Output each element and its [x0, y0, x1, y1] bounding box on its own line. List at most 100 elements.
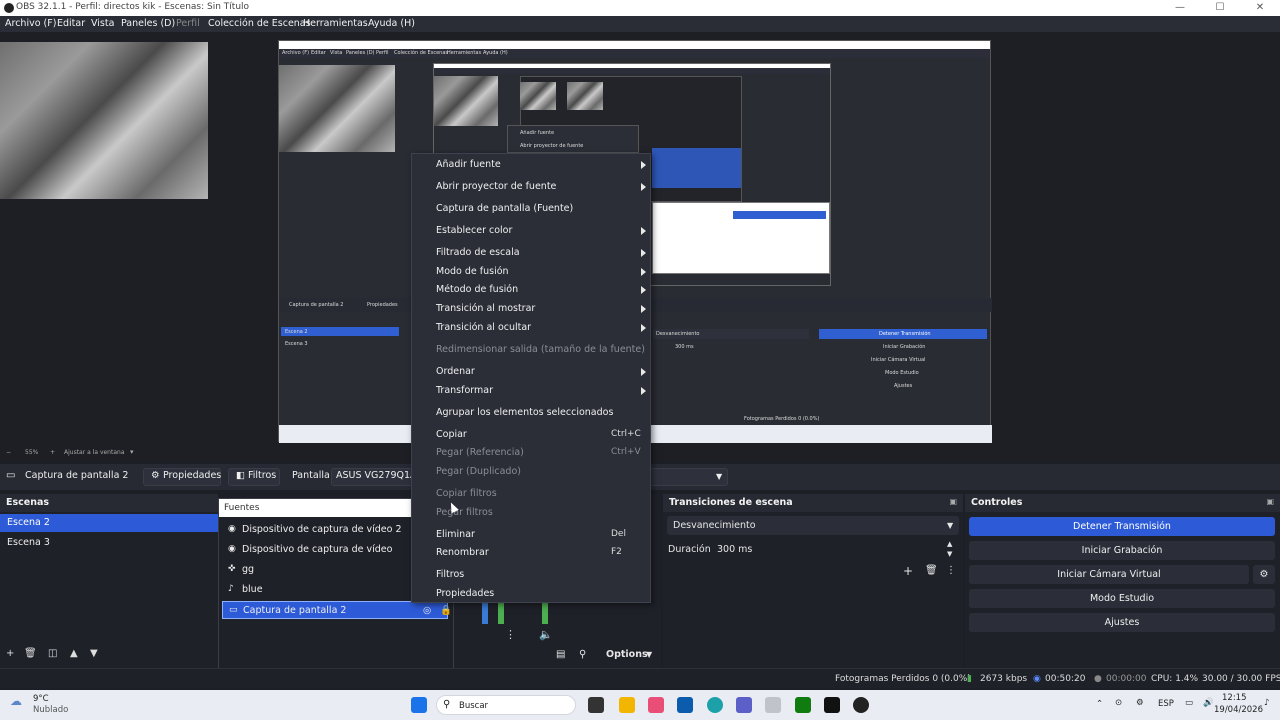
menu-item-hide-transition[interactable]: Transición al ocultar	[436, 322, 531, 333]
menu-item-show-transition[interactable]: Transición al mostrar	[436, 303, 535, 314]
weather-desc: Nublado	[33, 705, 69, 715]
dock-undock-icon[interactable]: ▣	[1266, 497, 1274, 506]
scene-filters-button[interactable]: ◫	[48, 648, 57, 659]
zoom-out-button[interactable]: −	[6, 449, 11, 456]
language-indicator[interactable]: ESP	[1158, 699, 1174, 709]
transition-properties-button[interactable]: ⋮	[946, 565, 956, 576]
options-button[interactable]: Options	[606, 649, 648, 660]
start-virtual-camera-button[interactable]: Iniciar Cámara Virtual	[969, 565, 1249, 584]
tray-settings-icon[interactable]: ⚙	[1136, 698, 1144, 708]
menu-editar[interactable]: Editar	[57, 18, 85, 29]
menu-item-filters[interactable]: Filtros	[436, 569, 464, 580]
menu-item-add-source[interactable]: Añadir fuente	[436, 159, 501, 170]
app-icon[interactable]	[765, 697, 781, 713]
menu-ayuda[interactable]: Ayuda (H)	[368, 18, 415, 29]
virtual-camera-settings-button[interactable]: ⚙	[1253, 565, 1275, 584]
mixer-layout-icon[interactable]: ▤	[556, 649, 565, 660]
menu-herramientas[interactable]: Herramientas	[303, 18, 368, 29]
remove-transition-button[interactable]: 🗑	[925, 565, 938, 576]
menu-vista[interactable]: Vista	[91, 18, 114, 29]
menu-item-transform[interactable]: Transformar	[436, 385, 493, 396]
windows-start-icon[interactable]	[411, 697, 427, 713]
mixer-settings-icon[interactable]: ⋮	[505, 628, 516, 641]
menu-archivo[interactable]: Archivo (F)	[5, 18, 56, 29]
menu-item-paste-reference[interactable]: Pegar (Referencia)	[436, 447, 524, 458]
spin-down-icon[interactable]: ▼	[947, 550, 952, 558]
menu-item-blend-method[interactable]: Método de fusión	[436, 284, 518, 295]
menu-item-group-selected[interactable]: Agrupar los elementos seleccionados	[436, 407, 613, 418]
monitor-icon: ▭	[229, 605, 238, 615]
fit-to-window-button[interactable]: Ajustar a la ventana	[64, 449, 125, 456]
zoom-in-button[interactable]: +	[50, 449, 55, 456]
menu-item-delete[interactable]: Eliminar	[436, 529, 475, 540]
eye-icon[interactable]: ◎	[423, 605, 431, 616]
volume-icon[interactable]: 🔊	[1203, 698, 1214, 708]
stop-stream-button[interactable]: Detener Transmisión	[969, 517, 1275, 536]
mixer-link-icon[interactable]: ⚲	[579, 649, 586, 660]
menu-item-source-header[interactable]: Captura de pantalla (Fuente)	[436, 203, 573, 214]
menu-item-paste-filters[interactable]: Pegar filtros	[436, 507, 493, 518]
scene-item[interactable]: Escena 3	[0, 534, 218, 552]
menu-item-order[interactable]: Ordenar	[436, 366, 475, 377]
menu-perfil[interactable]: Perfil	[176, 18, 200, 29]
menu-paneles[interactable]: Paneles (D)	[121, 18, 175, 29]
speaker-icon[interactable]: 🔈	[539, 628, 553, 641]
menu-item-paste-duplicate[interactable]: Pegar (Duplicado)	[436, 466, 521, 477]
settings-button[interactable]: Ajustes	[969, 613, 1275, 632]
scene-item[interactable]: Escena 2	[0, 514, 218, 532]
controls-title: Controles	[971, 497, 1023, 508]
submenu-arrow-icon	[641, 161, 646, 169]
edge-icon[interactable]	[707, 697, 723, 713]
start-recording-button[interactable]: Iniciar Grabación	[969, 541, 1275, 560]
menu-item-scale-filter[interactable]: Filtrado de escala	[436, 247, 520, 258]
obs-taskbar-icon[interactable]	[853, 697, 869, 713]
notification-bell-icon[interactable]: ♪	[1264, 698, 1269, 708]
menu-coleccion-escenas[interactable]: Colección de Escenas	[208, 18, 311, 29]
remove-scene-button[interactable]: 🗑	[24, 648, 37, 659]
spin-up-icon[interactable]: ▲	[947, 540, 952, 548]
xbox-icon[interactable]	[795, 697, 811, 713]
menu-item-rename[interactable]: Renombrar	[436, 547, 489, 558]
menu-item-copy[interactable]: Copiar	[436, 429, 467, 440]
menu-item-set-color[interactable]: Establecer color	[436, 225, 512, 236]
menu-item-open-projector[interactable]: Abrir proyector de fuente	[436, 181, 556, 192]
maximize-button[interactable]: ☐	[1200, 0, 1240, 16]
file-explorer-icon[interactable]	[619, 697, 635, 713]
camera-icon: ◉	[228, 524, 236, 534]
shortcut-delete: Del	[611, 529, 626, 539]
zoom-dropdown-icon[interactable]: ▾	[130, 448, 134, 456]
tray-app-icon[interactable]: ⊙	[1115, 698, 1122, 708]
clock-date[interactable]: 19/04/2026	[1214, 705, 1263, 715]
submenu-arrow-icon	[641, 305, 646, 313]
copilot-icon[interactable]	[648, 697, 664, 713]
mini-menu-item: Ayuda (H)	[483, 50, 508, 56]
tray-chevron-icon[interactable]: ⌃	[1096, 699, 1103, 709]
move-scene-up-button[interactable]: ▲	[70, 648, 78, 659]
weather-temp[interactable]: 9°C	[33, 694, 49, 704]
mini-context-menu: Añadir fuente Abrir proyector de fuente	[507, 125, 639, 153]
shortcut-paste: Ctrl+V	[611, 447, 641, 457]
menu-item-resize-output[interactable]: Redimensionar salida (tamaño de la fuent…	[436, 344, 645, 355]
add-scene-button[interactable]: +	[6, 648, 14, 659]
store-icon[interactable]	[677, 697, 693, 713]
taskview-icon[interactable]	[588, 697, 604, 713]
dock-undock-icon[interactable]: ▣	[949, 497, 957, 506]
taskbar-search[interactable]: ⚲ Buscar	[436, 695, 576, 715]
menu-item-properties[interactable]: Propiedades	[436, 588, 494, 599]
menu-item-blend-mode[interactable]: Modo de fusión	[436, 266, 509, 277]
clock-time[interactable]: 12:15	[1222, 693, 1247, 703]
network-icon[interactable]: ▭	[1185, 698, 1193, 708]
source-item-selected[interactable]: ▭ Captura de pantalla 2 ◎ 🔒	[222, 601, 452, 619]
teams-icon[interactable]	[736, 697, 752, 713]
move-scene-down-button[interactable]: ▼	[90, 648, 98, 659]
studio-mode-button[interactable]: Modo Estudio	[969, 589, 1275, 608]
close-button[interactable]: ✕	[1240, 0, 1280, 16]
chevron-down-icon: ▼	[716, 472, 723, 481]
minimize-button[interactable]: —	[1160, 0, 1200, 16]
lock-icon[interactable]: 🔒	[440, 605, 452, 616]
shortcut-copy: Ctrl+C	[611, 429, 641, 439]
submenu-arrow-icon	[641, 227, 646, 235]
tiktok-icon[interactable]	[824, 697, 840, 713]
add-transition-button[interactable]: +	[903, 564, 913, 578]
menu-item-copy-filters[interactable]: Copiar filtros	[436, 488, 497, 499]
